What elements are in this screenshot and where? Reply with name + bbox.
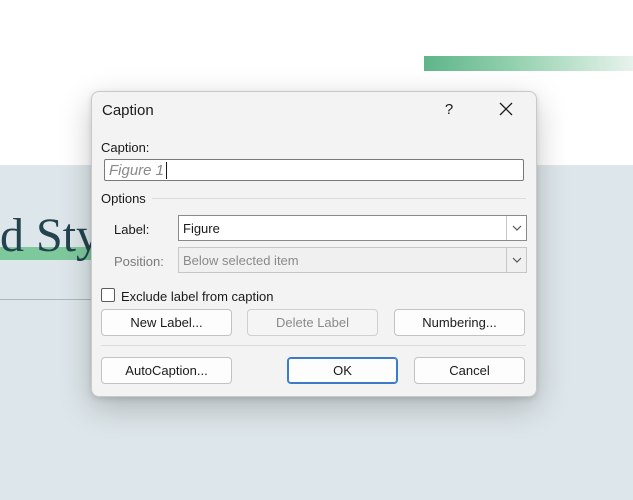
label-dropdown-value: Figure — [183, 221, 220, 236]
exclude-label-checkbox[interactable] — [101, 288, 115, 302]
cancel-button[interactable]: Cancel — [414, 357, 525, 384]
dialog-title: Caption — [102, 102, 154, 119]
caption-input[interactable] — [104, 159, 524, 181]
dialog-titlebar: Caption ? — [92, 92, 536, 128]
position-dropdown-arrow[interactable] — [506, 248, 526, 272]
chevron-down-icon — [512, 257, 522, 263]
options-divider — [152, 198, 526, 199]
options-group-label: Options — [101, 191, 146, 206]
label-dropdown[interactable]: Figure — [178, 215, 527, 241]
close-button[interactable] — [490, 94, 522, 126]
document-rule — [0, 299, 96, 300]
position-dropdown[interactable]: Below selected item — [178, 247, 527, 273]
label-field-label: Label: — [114, 222, 150, 237]
text-cursor — [166, 162, 167, 179]
footer-divider — [101, 345, 526, 346]
document-accent-bar — [424, 56, 633, 71]
delete-label-button[interactable]: Delete Label — [247, 309, 378, 336]
close-icon — [499, 100, 513, 120]
numbering-button[interactable]: Numbering... — [394, 309, 525, 336]
new-label-button[interactable]: New Label... — [101, 309, 232, 336]
ok-button[interactable]: OK — [287, 357, 398, 384]
chevron-down-icon — [512, 225, 522, 231]
exclude-label-text: Exclude label from caption — [121, 289, 274, 304]
autocaption-button[interactable]: AutoCaption... — [101, 357, 232, 384]
label-dropdown-arrow[interactable] — [506, 216, 526, 240]
caption-label: Caption: — [101, 140, 150, 155]
position-dropdown-value: Below selected item — [183, 253, 299, 268]
document-heading-text: d Sty — [0, 209, 101, 262]
help-button[interactable]: ? — [434, 94, 464, 126]
caption-dialog: Caption ? Caption: Options Label: Figure… — [91, 91, 537, 397]
position-field-label: Position: — [114, 254, 164, 269]
help-icon: ? — [444, 101, 454, 118]
